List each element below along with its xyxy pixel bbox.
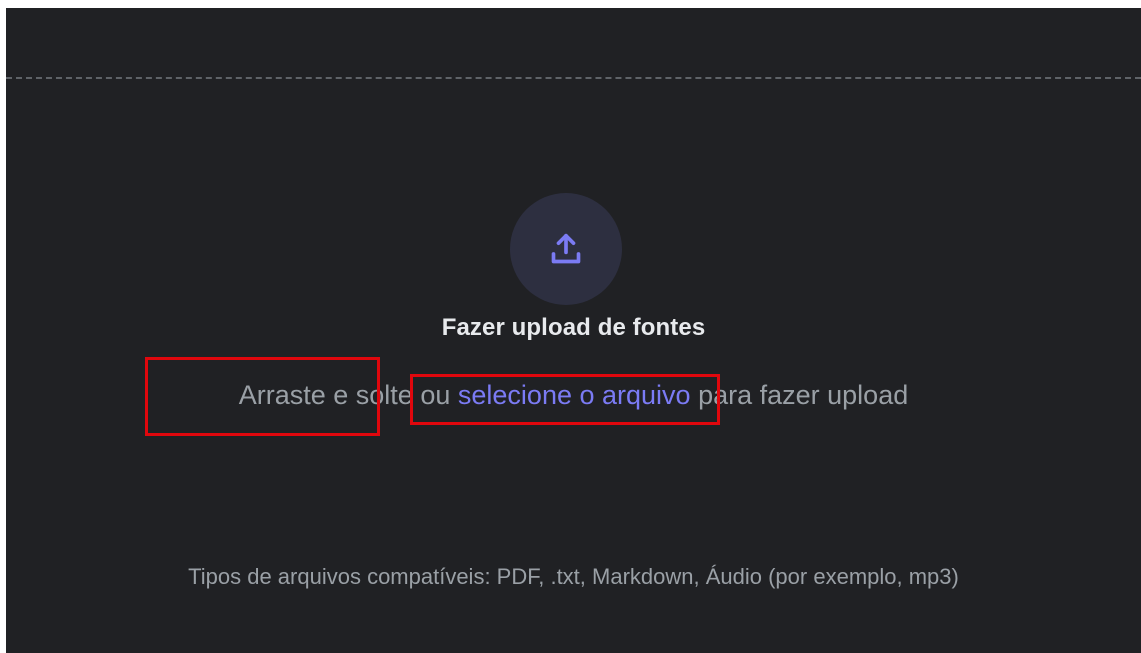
upload-instruction: Arraste e solte ou selecione o arquivo p… <box>6 380 1141 411</box>
upload-suffix-text: para fazer upload <box>698 380 909 410</box>
upload-icon[interactable] <box>510 193 622 305</box>
upload-dropzone[interactable]: Fazer upload de fontes Arraste e solte o… <box>6 8 1141 653</box>
drag-drop-text: Arraste e solte <box>238 380 413 410</box>
upload-title: Fazer upload de fontes <box>441 314 706 341</box>
upload-arrow-icon <box>551 233 581 264</box>
select-file-link[interactable]: selecione o arquivo <box>458 380 691 410</box>
supported-file-types: Tipos de arquivos compatíveis: PDF, .txt… <box>188 564 959 589</box>
dashed-divider <box>6 77 1141 79</box>
connector-text: ou <box>420 380 451 410</box>
